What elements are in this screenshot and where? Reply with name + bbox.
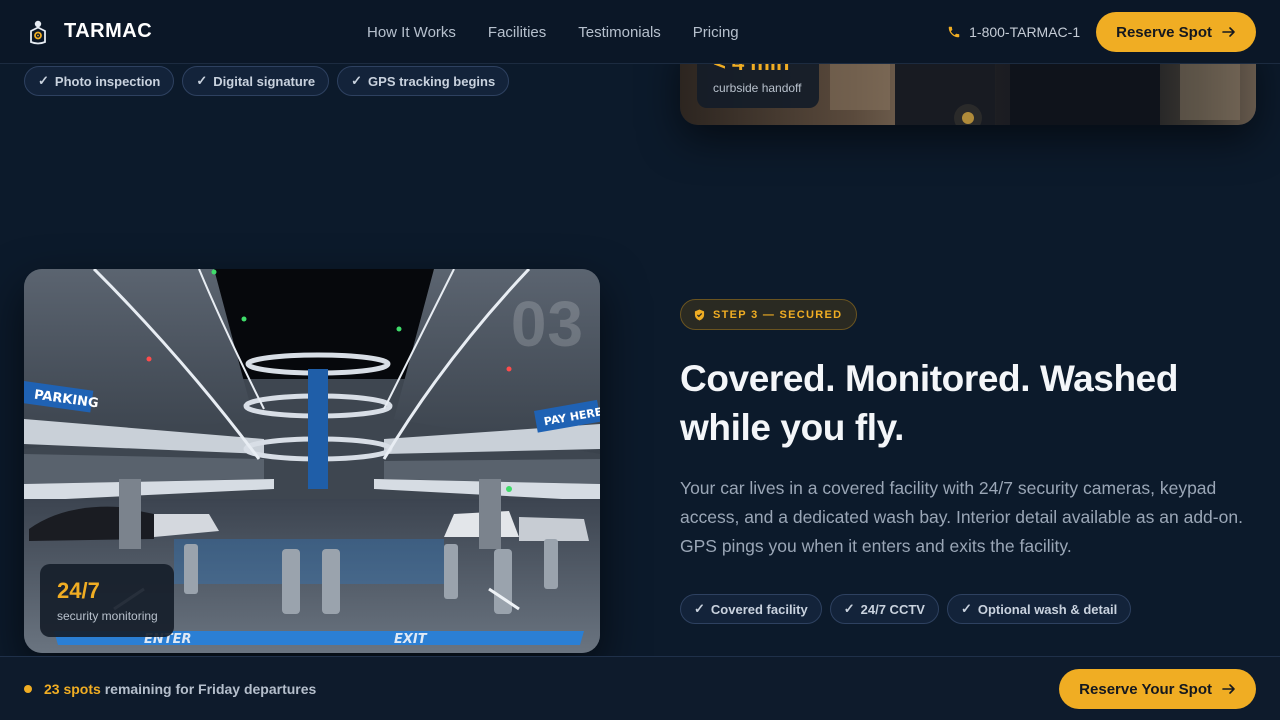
headline-line-2: while you fly. — [680, 407, 904, 448]
main-nav: How It Works Facilities Testimonials Pri… — [367, 0, 739, 64]
step-number: 03 — [510, 288, 584, 360]
spots-count: 23 spots — [44, 680, 101, 697]
chip-photo-inspection: ✓ Photo inspection — [24, 66, 175, 96]
reserve-spot-button[interactable]: Reserve Spot — [1096, 12, 1256, 52]
chip-gps-tracking: ✓ GPS tracking begins — [337, 66, 510, 96]
check-icon: ✓ — [38, 73, 49, 88]
floor-exit-text: EXIT — [394, 632, 428, 647]
reserve-spot-label: Reserve Spot — [1116, 23, 1212, 41]
check-icon: ✓ — [960, 601, 972, 616]
chip-label: Covered facility — [710, 601, 808, 617]
facility-photo: ENTER EXIT PARKING PAY HERE 03 24/7 secu… — [24, 269, 600, 653]
check-icon: ✓ — [196, 73, 208, 88]
availability-text: 23 spots remaining for Friday departures — [44, 681, 316, 697]
security-stat-card: 24/7 security monitoring — [40, 564, 174, 637]
handoff-feature-chips: ✓ Photo inspection ✓ Digital signature ✓… — [24, 66, 510, 96]
check-icon: ✓ — [351, 73, 363, 88]
header-actions: 1-800-TARMAC-1 Reserve Spot — [947, 0, 1256, 64]
reserve-your-spot-label: Reserve Your Spot — [1079, 680, 1212, 698]
chip-wash-detail: ✓ Optional wash & detail — [946, 594, 1132, 624]
chip-label: 24/7 CCTV — [860, 601, 925, 617]
valet-person-icon — [30, 20, 46, 44]
arrow-right-icon — [1222, 684, 1235, 694]
security-stat-label: security monitoring — [57, 609, 158, 623]
status-dot — [24, 684, 32, 693]
chip-label: Digital signature — [213, 73, 316, 89]
chip-covered-facility: ✓ Covered facility — [680, 594, 822, 624]
arrow-right-icon — [1222, 27, 1235, 37]
section-headline: Covered. Monitored. Washed while you fly… — [680, 354, 1240, 452]
check-icon: ✓ — [694, 601, 705, 616]
availability-bar: 23 spots remaining for Friday departures… — [0, 656, 1280, 720]
nav-how-it-works[interactable]: How It Works — [367, 24, 456, 41]
site-header: TARMAC How It Works Facilities Testimoni… — [0, 0, 1280, 64]
phone-icon — [948, 26, 960, 38]
nav-testimonials[interactable]: Testimonials — [578, 24, 661, 41]
facility-feature-chips: ✓ Covered facility ✓ 24/7 CCTV ✓ Optiona… — [680, 594, 1132, 624]
phone-link[interactable]: 1-800-TARMAC-1 — [947, 24, 1080, 40]
brand-name: TARMAC — [64, 20, 153, 42]
chip-label: Optional wash & detail — [977, 601, 1118, 617]
shield-icon — [694, 309, 705, 320]
availability-message: remaining for Friday departures — [104, 680, 317, 697]
step-badge-label: STEP 3 — SECURED — [713, 308, 843, 321]
brand[interactable]: TARMAC — [24, 18, 152, 46]
check-icon: ✓ — [843, 601, 855, 616]
chip-label: Photo inspection — [54, 73, 161, 89]
nav-facilities[interactable]: Facilities — [488, 24, 546, 41]
step-badge: STEP 3 — SECURED — [680, 299, 858, 330]
handoff-stat-label: curbside handoff — [713, 81, 802, 95]
chip-cctv: ✓ 24/7 CCTV — [829, 594, 939, 624]
section-description: Your car lives in a covered facility wit… — [680, 478, 1243, 556]
security-stat-value: 24/7 — [57, 578, 100, 603]
phone-number: 1-800-TARMAC-1 — [969, 24, 1081, 40]
nav-pricing[interactable]: Pricing — [693, 24, 739, 41]
headline-line-1: Covered. Monitored. Washed — [680, 358, 1179, 399]
reserve-your-spot-button[interactable]: Reserve Your Spot — [1059, 669, 1256, 709]
chip-label: GPS tracking begins — [368, 73, 496, 89]
chip-digital-signature: ✓ Digital signature — [182, 66, 330, 96]
